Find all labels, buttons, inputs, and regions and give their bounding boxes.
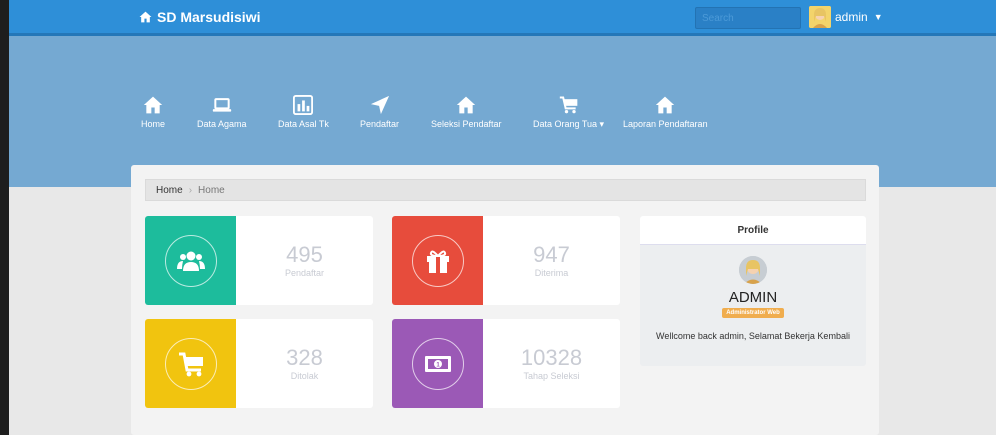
breadcrumb-current: Home: [198, 184, 225, 196]
money-icon: 1: [424, 355, 451, 372]
home-icon: [143, 96, 163, 114]
brand-name: SD Marsudisiwi: [157, 9, 261, 25]
laptop-icon: [212, 98, 231, 112]
bar-chart-icon: [293, 95, 314, 115]
nav-item-label: Data Asal Tk: [278, 119, 329, 129]
gift-icon: [426, 250, 449, 273]
top-navbar: SD Marsudisiwi admin ▼: [9, 0, 996, 36]
nav-item-laporan-pendaftaran[interactable]: Laporan Pendaftaran: [623, 95, 708, 129]
search-input[interactable]: [695, 7, 801, 29]
stat-card-ditolak[interactable]: 328 Ditolak: [145, 319, 373, 408]
stat-icon-circle: [411, 234, 464, 287]
user-menu[interactable]: admin ▼: [809, 6, 883, 28]
stat-label: Pendaftar: [284, 268, 325, 278]
stat-text: 947 Diterima: [483, 216, 620, 305]
stat-value: 947: [533, 242, 570, 267]
welcome-message: Wellcome back admin, Selamat Bekerja Kem…: [656, 331, 850, 341]
avatar: [809, 6, 831, 28]
stat-icon-circle: [164, 234, 217, 287]
stat-text: 10328 Tahap Seleksi: [483, 319, 620, 408]
nav-item-seleksi-pendaftar[interactable]: Seleksi Pendaftar: [431, 95, 502, 129]
stat-card-diterima[interactable]: 947 Diterima: [392, 216, 620, 305]
stat-value: 328: [286, 345, 323, 370]
nav-item-label: Data Agama: [197, 119, 247, 129]
role-badge: Administrator Web: [722, 308, 784, 318]
caret-down-icon: ▼: [873, 12, 883, 22]
stat-icon-circle: [164, 337, 217, 390]
content-panel: Home › Home 495 Pendaftar 947 Diterima 3…: [131, 165, 879, 435]
stat-text: 495 Pendaftar: [236, 216, 373, 305]
breadcrumb-home-link[interactable]: Home: [156, 185, 183, 196]
stat-card-tahap-seleksi[interactable]: 1 10328 Tahap Seleksi: [392, 319, 620, 408]
nav-item-data-orang-tua[interactable]: Data Orang Tua ▾: [533, 95, 604, 130]
stat-card-pendaftar[interactable]: 495 Pendaftar: [145, 216, 373, 305]
breadcrumb-separator: ›: [188, 184, 193, 196]
stat-icon-box: [392, 216, 483, 305]
stat-label: Ditolak: [290, 371, 319, 381]
nav-item-label: Data Orang Tua ▾: [533, 119, 605, 129]
stat-value: 10328: [520, 345, 583, 370]
stat-text: 328 Ditolak: [236, 319, 373, 408]
profile-title: Profile: [640, 216, 866, 245]
stat-icon-circle: 1: [411, 337, 464, 390]
brand-link[interactable]: SD Marsudisiwi: [139, 9, 260, 25]
profile-name: ADMIN: [728, 289, 778, 306]
stat-icon-box: [145, 216, 236, 305]
breadcrumb: Home › Home: [145, 179, 866, 201]
user-name: admin: [835, 10, 868, 24]
window-left-edge: [0, 0, 9, 435]
nav-item-label: Laporan Pendaftaran: [623, 119, 708, 129]
home-icon: [656, 96, 675, 114]
nav-item-label: Home: [141, 119, 166, 129]
nav-item-pendaftar[interactable]: Pendaftar: [360, 95, 399, 129]
stat-label: Diterima: [534, 268, 569, 278]
nav-item-label: Pendaftar: [360, 119, 400, 129]
users-icon: [176, 251, 205, 271]
shopping-cart-icon: [178, 352, 203, 376]
stat-icon-box: 1: [392, 319, 483, 408]
nav-item-home[interactable]: Home: [141, 95, 165, 129]
profile-body: ADMIN Administrator Web Wellcome back ad…: [640, 245, 866, 341]
nav-item-data-agama[interactable]: Data Agama: [197, 95, 247, 129]
stat-icon-box: [145, 319, 236, 408]
home-icon: [139, 11, 152, 23]
stat-label: Tahap Seleksi: [523, 371, 580, 381]
profile-panel: Profile ADMIN Administrator Web Wellcome…: [640, 216, 866, 366]
shopping-cart-icon: [559, 96, 577, 114]
location-arrow-icon: [370, 95, 389, 115]
main-nav: Home Data Agama Data Asal Tk Pendaftar S…: [0, 95, 996, 135]
home-icon: [457, 96, 476, 114]
stat-value: 495: [286, 242, 323, 267]
avatar: [739, 256, 767, 284]
nav-item-data-asal-tk[interactable]: Data Asal Tk: [278, 95, 329, 129]
nav-item-label: Seleksi Pendaftar: [431, 119, 502, 129]
